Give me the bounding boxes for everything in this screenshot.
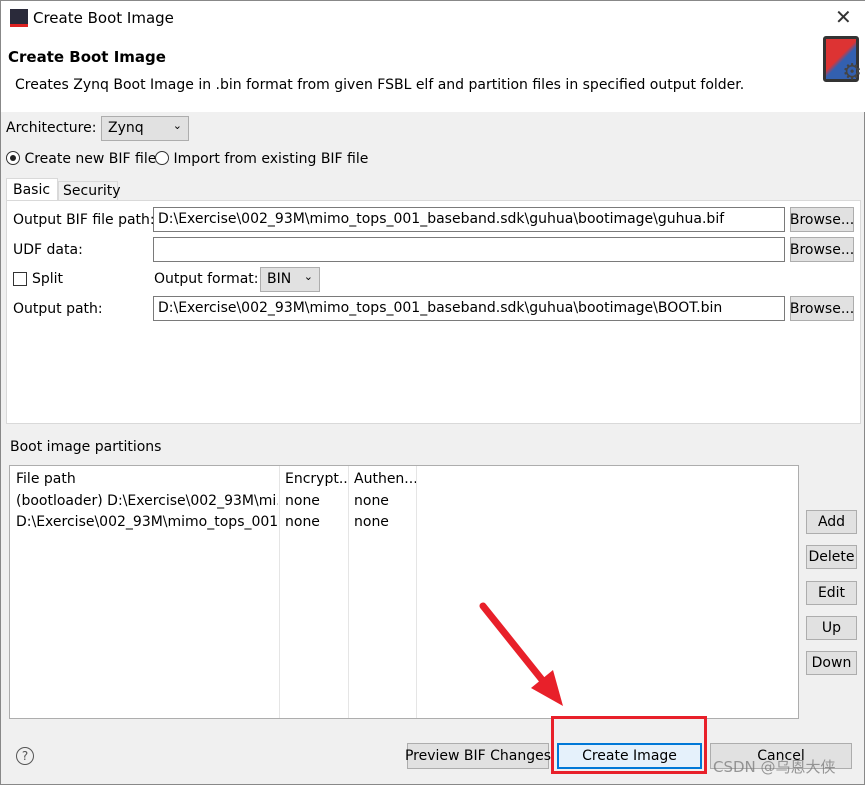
output-format-label: Output format: bbox=[154, 271, 259, 287]
add-button[interactable]: Add bbox=[806, 510, 857, 534]
window-title: Create Boot Image bbox=[33, 9, 174, 27]
partitions-table[interactable]: File path Encrypt... Authen... (bootload… bbox=[9, 465, 799, 719]
up-button[interactable]: Up bbox=[806, 616, 857, 640]
close-icon[interactable]: ✕ bbox=[835, 5, 852, 29]
tab-label: Security bbox=[63, 183, 121, 199]
browse-udf-button[interactable]: Browse... bbox=[790, 237, 854, 262]
output-bif-path-input[interactable]: D:\Exercise\002_93M\mimo_tops_001_baseba… bbox=[153, 207, 785, 232]
tab-label: Basic bbox=[13, 182, 51, 198]
architecture-value: Zynq bbox=[108, 120, 144, 136]
header-title: Create Boot Image bbox=[8, 48, 166, 66]
chevron-down-icon: ⌄ bbox=[303, 270, 313, 283]
watermark: CSDN @乌恩大侠 bbox=[713, 758, 836, 776]
radio-import-bif[interactable]: Import from existing BIF file bbox=[155, 151, 368, 167]
output-bif-label: Output BIF file path: bbox=[13, 212, 155, 228]
radio-label: Import from existing BIF file bbox=[173, 151, 369, 167]
sdk-app-icon bbox=[10, 9, 28, 27]
boot-image-gear-icon: ⚙ bbox=[823, 36, 862, 85]
browse-output-button[interactable]: Browse... bbox=[790, 296, 854, 321]
split-label: Split bbox=[32, 271, 64, 287]
cell-authen: none bbox=[354, 493, 389, 509]
tab-security[interactable]: Security bbox=[58, 181, 121, 201]
architecture-select[interactable]: Zynq ⌄ bbox=[101, 116, 189, 141]
header-description: Creates Zynq Boot Image in .bin format f… bbox=[15, 77, 745, 93]
cell-authen: none bbox=[354, 514, 389, 530]
column-header-encrypt[interactable]: Encrypt... bbox=[285, 471, 347, 487]
column-header-authen[interactable]: Authen... bbox=[354, 471, 416, 487]
chevron-down-icon: ⌄ bbox=[172, 119, 182, 132]
output-format-value: BIN bbox=[267, 271, 292, 287]
tab-basic[interactable]: Basic bbox=[6, 178, 58, 201]
cell-file-path: (bootloader) D:\Exercise\002_93M\mi... bbox=[16, 493, 278, 509]
cell-encrypt: none bbox=[285, 493, 320, 509]
architecture-label: Architecture: bbox=[6, 120, 97, 136]
udf-data-input[interactable] bbox=[153, 237, 785, 262]
highlight-box bbox=[551, 716, 707, 774]
column-header-file-path[interactable]: File path bbox=[16, 471, 278, 487]
delete-button[interactable]: Delete bbox=[806, 545, 857, 569]
output-format-select[interactable]: BIN ⌄ bbox=[260, 267, 320, 292]
dialog-header: Create Boot Image Creates Zynq Boot Imag… bbox=[1, 36, 865, 112]
cell-file-path: D:\Exercise\002_93M\mimo_tops_001... bbox=[16, 514, 278, 530]
radio-icon bbox=[155, 151, 169, 165]
browse-bif-button[interactable]: Browse... bbox=[790, 207, 854, 232]
preview-bif-changes-button[interactable]: Preview BIF Changes bbox=[405, 743, 551, 769]
title-bar: Create Boot Image ✕ bbox=[1, 1, 865, 36]
radio-icon bbox=[6, 151, 20, 165]
radio-create-new-bif[interactable]: Create new BIF file bbox=[6, 151, 156, 167]
output-path-input[interactable]: D:\Exercise\002_93M\mimo_tops_001_baseba… bbox=[153, 296, 785, 321]
edit-button[interactable]: Edit bbox=[806, 581, 857, 605]
output-path-label: Output path: bbox=[13, 301, 103, 317]
help-icon[interactable]: ? bbox=[16, 747, 34, 765]
split-checkbox[interactable] bbox=[13, 272, 27, 286]
udf-data-label: UDF data: bbox=[13, 242, 83, 258]
cell-encrypt: none bbox=[285, 514, 320, 530]
red-arrow-annotation bbox=[479, 602, 563, 706]
radio-label: Create new BIF file bbox=[24, 151, 157, 167]
partitions-label: Boot image partitions bbox=[10, 439, 162, 455]
down-button[interactable]: Down bbox=[806, 651, 857, 675]
